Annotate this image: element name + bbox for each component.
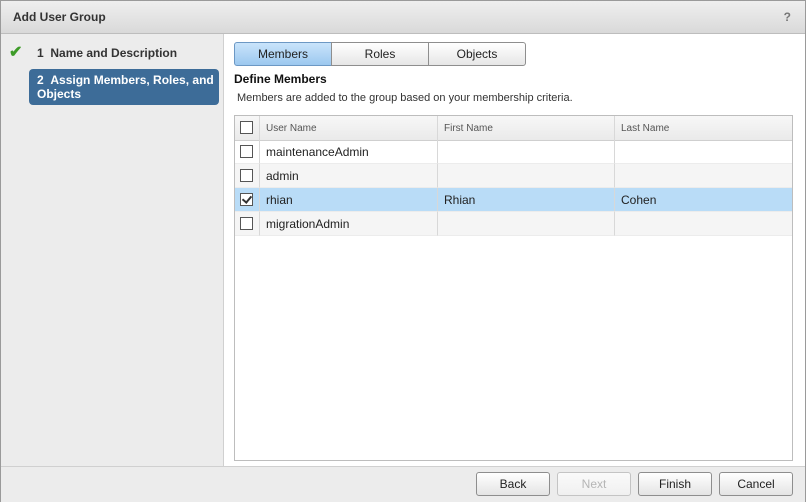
row-checkbox[interactable] [240, 145, 253, 158]
section-description: Members are added to the group based on … [237, 92, 573, 104]
section-title: Define Members [234, 72, 327, 86]
select-all-cell [235, 116, 259, 140]
user-name-cell: admin [266, 169, 299, 183]
dialog-title: Add User Group [13, 10, 106, 24]
checkmark-icon: ✔ [9, 44, 23, 61]
column-header-first-name[interactable]: First Name [437, 116, 614, 140]
user-name-cell: migrationAdmin [266, 217, 350, 231]
tab-bar: Members Roles Objects [234, 42, 526, 66]
first-name-cell: Rhian [444, 193, 476, 207]
next-button[interactable]: Next [557, 472, 631, 496]
table-row[interactable]: maintenanceAdmin [235, 140, 792, 164]
main-panel: Members Roles Objects Define Members Mem… [224, 34, 805, 466]
cancel-button[interactable]: Cancel [719, 472, 793, 496]
dialog-footer: Back Next Finish Cancel [1, 466, 805, 502]
user-name-cell: rhian [266, 193, 293, 207]
help-icon[interactable]: ? [784, 10, 791, 24]
tab-objects[interactable]: Objects [428, 42, 526, 66]
dialog-titlebar: Add User Group ? [1, 1, 805, 34]
select-all-checkbox[interactable] [240, 121, 253, 134]
tab-members[interactable]: Members [234, 42, 332, 66]
wizard-steps-sidebar: ✔ 1 Name and Description 2 Assign Member… [1, 34, 224, 466]
members-table: User Name First Name Last Name maintenan… [234, 115, 793, 461]
step-2-label: 2 Assign Members, Roles, and Objects [37, 73, 214, 101]
step-assign-members[interactable]: 2 Assign Members, Roles, and Objects [29, 69, 219, 105]
step-1-label: 1 Name and Description [37, 46, 178, 60]
step-name-and-description[interactable]: ✔ 1 Name and Description [9, 44, 219, 64]
column-header-last-name[interactable]: Last Name [614, 116, 792, 140]
row-checkbox[interactable] [240, 169, 253, 182]
user-name-cell: maintenanceAdmin [266, 145, 369, 159]
finish-button[interactable]: Finish [638, 472, 712, 496]
column-header-user-name[interactable]: User Name [259, 116, 437, 140]
back-button[interactable]: Back [476, 472, 550, 496]
table-row[interactable]: admin [235, 164, 792, 188]
last-name-cell: Cohen [621, 193, 657, 207]
table-row-selected[interactable]: rhian Rhian Cohen [235, 188, 792, 212]
row-checkbox[interactable] [240, 217, 253, 230]
add-user-group-dialog: Add User Group ? ✔ 1 Name and Descriptio… [0, 0, 806, 502]
row-checkbox-checked[interactable] [240, 193, 253, 206]
table-header: User Name First Name Last Name [235, 116, 792, 141]
table-row[interactable]: migrationAdmin [235, 212, 792, 236]
tab-roles[interactable]: Roles [331, 42, 429, 66]
